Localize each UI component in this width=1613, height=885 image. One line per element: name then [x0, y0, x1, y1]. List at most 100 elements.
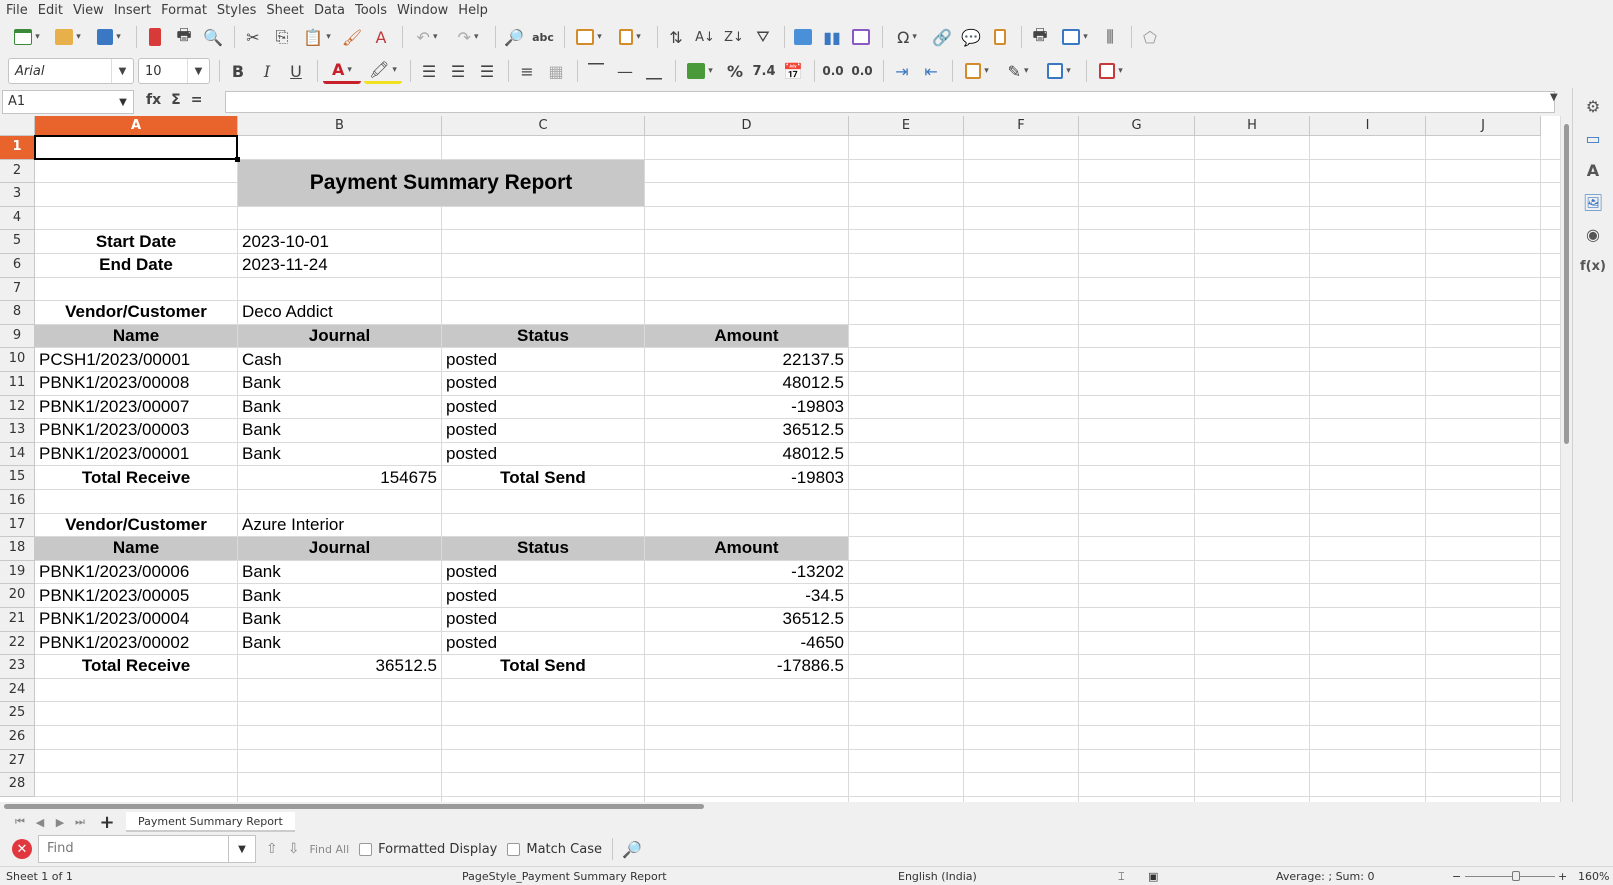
wrap-text-icon[interactable]: ≡: [514, 58, 540, 84]
row-header-3[interactable]: 3: [0, 183, 35, 207]
total-receive-label[interactable]: Total Receive: [35, 466, 237, 489]
cell-status[interactable]: posted: [442, 561, 644, 584]
formatted-display-checkbox[interactable]: Formatted Display: [359, 842, 497, 857]
chevron-down-icon[interactable]: ▼: [113, 91, 133, 113]
add-decimal-icon[interactable]: 0.0: [820, 58, 846, 84]
zoom-in-icon[interactable]: +: [1558, 870, 1567, 883]
italic-icon[interactable]: I: [254, 58, 280, 84]
new-icon[interactable]: [8, 24, 46, 50]
row-header-19[interactable]: 19: [0, 560, 35, 585]
percent-format-icon[interactable]: %: [722, 58, 748, 84]
zoom-slider-handle[interactable]: [1512, 871, 1520, 881]
end-date-value[interactable]: 2023-11-24: [238, 254, 441, 277]
chevron-down-icon[interactable]: ▼: [228, 835, 256, 863]
hyperlink-icon[interactable]: 🔗: [929, 24, 955, 50]
zoom-level[interactable]: 160%: [1578, 870, 1609, 883]
spelling-icon[interactable]: abc: [530, 24, 556, 50]
cell-status[interactable]: posted: [442, 632, 644, 655]
row-header-17[interactable]: 17: [0, 513, 35, 538]
menu-view[interactable]: View: [71, 3, 112, 18]
menu-data[interactable]: Data: [312, 3, 353, 18]
align-left-icon[interactable]: ☰: [416, 58, 442, 84]
clone-formatting-icon[interactable]: 🖌: [339, 24, 365, 50]
headers-footers-icon[interactable]: [987, 24, 1013, 50]
table-header-amount[interactable]: Amount: [645, 324, 848, 348]
find-all-button[interactable]: Find All: [309, 843, 349, 856]
cell-amount[interactable]: -4650: [645, 632, 848, 655]
cell-journal[interactable]: Bank: [238, 561, 441, 584]
column-header-c[interactable]: C: [442, 116, 645, 136]
vendor-customer-label[interactable]: Vendor/Customer: [35, 301, 237, 324]
redo-icon[interactable]: ↷: [449, 24, 487, 50]
column-header-d[interactable]: D: [645, 116, 849, 136]
row-header-11[interactable]: 11: [0, 372, 35, 396]
conditional-format-icon[interactable]: [1092, 58, 1130, 84]
spreadsheet-grid[interactable]: A B C D E F G H I J 1 2 3 4 5 6 7 8 9 10 11 12 13 14 15 16 17 18 19 2…: [0, 116, 1560, 802]
row-header-4[interactable]: 4: [0, 206, 35, 231]
navigator-icon[interactable]: ◉: [1580, 222, 1606, 246]
table-header-journal[interactable]: Journal: [238, 324, 441, 348]
column-header-a[interactable]: A: [35, 116, 238, 136]
sum-icon[interactable]: Σ: [171, 92, 181, 108]
row-header-5[interactable]: 5: [0, 230, 35, 254]
page-style[interactable]: PageStyle_Payment Summary Report: [462, 870, 667, 883]
paste-icon[interactable]: 📋: [298, 24, 336, 50]
delete-decimal-icon[interactable]: 0.0: [849, 58, 875, 84]
total-receive-value[interactable]: 36512.5: [238, 655, 441, 678]
horizontal-scrollbar[interactable]: [0, 802, 1560, 812]
selection-mode-icon[interactable]: ⌶: [1118, 870, 1125, 884]
bold-icon[interactable]: B: [225, 58, 251, 84]
vendor-customer-label[interactable]: Vendor/Customer: [35, 514, 237, 537]
column-header-i[interactable]: I: [1310, 116, 1426, 136]
styles-icon[interactable]: A: [1580, 158, 1606, 182]
table-header-status[interactable]: Status: [442, 324, 644, 348]
cell-name[interactable]: PBNK1/2023/00004: [35, 608, 237, 631]
total-receive-value[interactable]: 154675: [238, 466, 441, 489]
row-header-27[interactable]: 27: [0, 749, 35, 774]
table-header-name[interactable]: Name: [35, 537, 237, 560]
total-send-label[interactable]: Total Send: [442, 466, 644, 489]
fill-handle[interactable]: [235, 156, 240, 162]
cell-amount[interactable]: 22137.5: [645, 348, 848, 371]
menu-insert[interactable]: Insert: [112, 3, 159, 18]
total-send-label[interactable]: Total Send: [442, 655, 644, 678]
cell-name[interactable]: PBNK1/2023/00008: [35, 372, 237, 395]
checkbox-icon[interactable]: [507, 842, 521, 856]
cell-journal[interactable]: Bank: [238, 608, 441, 631]
define-print-area-icon[interactable]: 🖶: [1027, 24, 1053, 50]
cell-journal[interactable]: Bank: [238, 584, 441, 607]
clear-formatting-icon[interactable]: A: [368, 24, 394, 50]
row-header-24[interactable]: 24: [0, 678, 35, 703]
last-sheet-icon[interactable]: ⏭: [70, 815, 90, 829]
chevron-down-icon[interactable]: ▼: [187, 59, 209, 83]
row-header-6[interactable]: 6: [0, 254, 35, 278]
document-modified-icon[interactable]: ▣: [1148, 870, 1158, 883]
table-header-amount[interactable]: Amount: [645, 537, 848, 560]
cell-name[interactable]: PBNK1/2023/00001: [35, 443, 237, 466]
zoom-out-icon[interactable]: −: [1452, 870, 1461, 883]
total-send-value[interactable]: -17886.5: [645, 655, 848, 678]
name-box[interactable]: A1 ▼: [2, 90, 134, 114]
row-header-14[interactable]: 14: [0, 442, 35, 467]
align-right-icon[interactable]: ☰: [474, 58, 500, 84]
row-header-7[interactable]: 7: [0, 277, 35, 302]
font-size-combo[interactable]: 10 ▼: [138, 58, 210, 84]
find-next-icon[interactable]: ⇩: [288, 841, 300, 857]
match-case-checkbox[interactable]: Match Case: [507, 842, 602, 857]
first-sheet-icon[interactable]: ⏮: [10, 815, 30, 829]
align-top-icon[interactable]: ⎺: [583, 58, 609, 84]
row-header-25[interactable]: 25: [0, 702, 35, 726]
vertical-scrollbar[interactable]: [1560, 116, 1572, 802]
row-header-23[interactable]: 23: [0, 655, 35, 679]
show-draw-functions-icon[interactable]: ⬠: [1137, 24, 1163, 50]
menu-help[interactable]: Help: [456, 3, 496, 18]
total-send-value[interactable]: -19803: [645, 466, 848, 489]
properties-icon[interactable]: ▭: [1580, 126, 1606, 150]
select-all-corner[interactable]: [0, 116, 35, 136]
cell-name[interactable]: PBNK1/2023/00002: [35, 632, 237, 655]
cell-journal[interactable]: Cash: [238, 348, 441, 371]
add-sheet-icon[interactable]: +: [94, 812, 120, 833]
menu-sheet[interactable]: Sheet: [264, 3, 312, 18]
open-icon[interactable]: [49, 24, 87, 50]
cell-name[interactable]: PBNK1/2023/00003: [35, 419, 237, 442]
